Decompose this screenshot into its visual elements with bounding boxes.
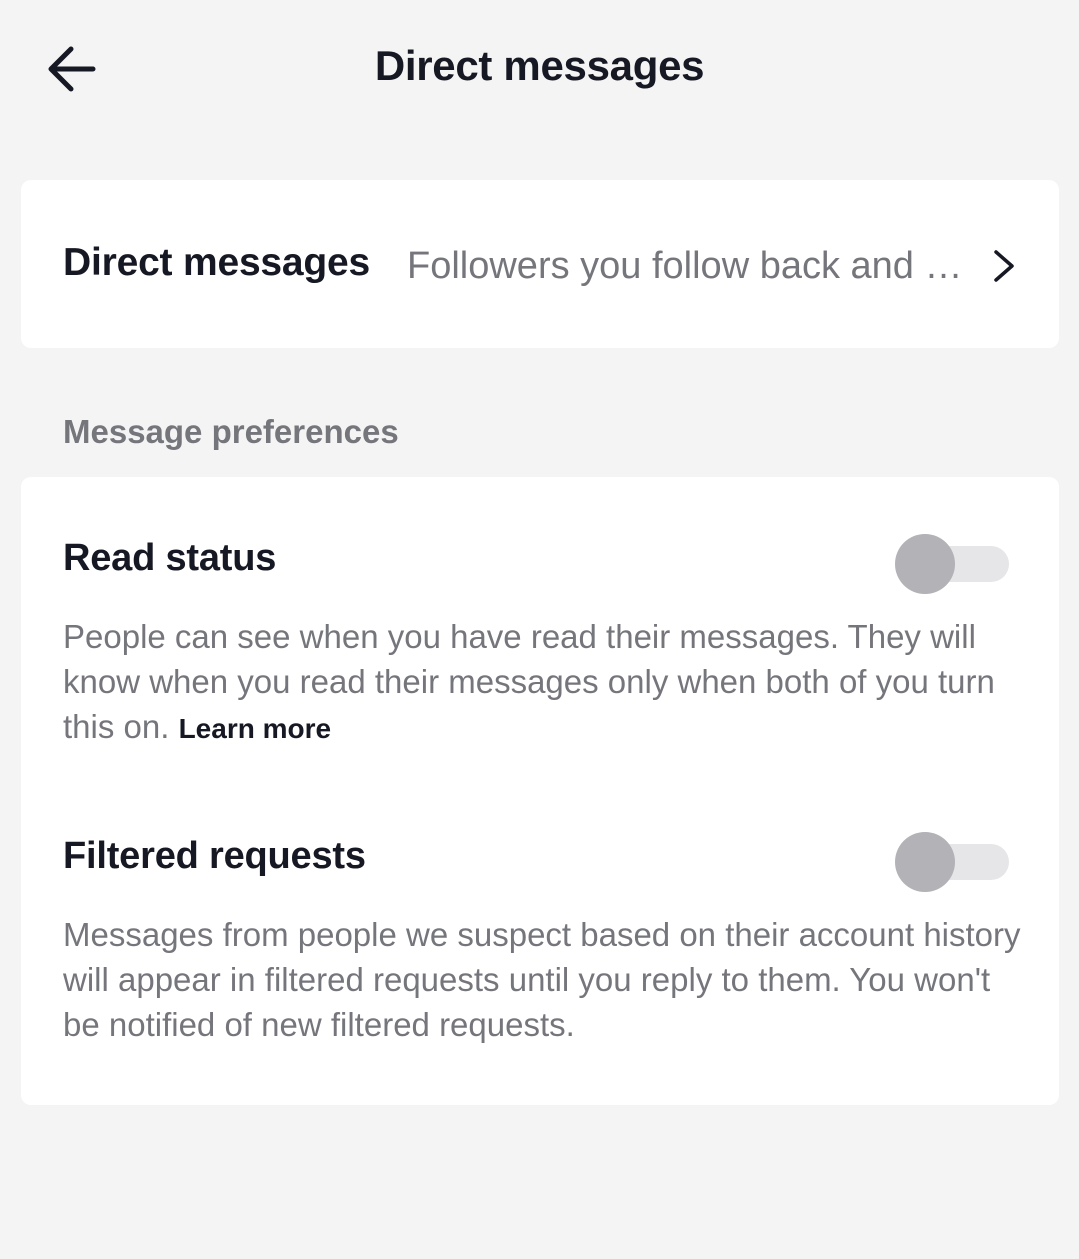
- learn-more-link[interactable]: Learn more: [179, 713, 332, 744]
- toggle-knob: [895, 832, 955, 892]
- message-preferences-card: Read status People can see when you have…: [21, 477, 1059, 1105]
- direct-messages-value: Followers you follow back and people you…: [407, 245, 973, 287]
- filtered-requests-title: Filtered requests: [63, 835, 366, 877]
- top-bar: Direct messages: [0, 0, 1079, 140]
- read-status-description: People can see when you have read their …: [63, 614, 1023, 751]
- direct-messages-label: Direct messages: [63, 241, 371, 284]
- message-preferences-heading: Message preferences: [63, 413, 399, 450]
- toggle-knob: [895, 534, 955, 594]
- direct-messages-card: Direct messages Followers you follow bac…: [21, 180, 1059, 348]
- read-status-toggle[interactable]: [895, 534, 1009, 594]
- read-status-title: Read status: [63, 537, 277, 579]
- chevron-right-icon: [994, 250, 1014, 282]
- filtered-requests-toggle[interactable]: [895, 832, 1009, 892]
- direct-messages-setting-row[interactable]: Direct messages Followers you follow bac…: [21, 180, 1059, 348]
- page-title: Direct messages: [374, 42, 705, 89]
- filtered-requests-description: Messages from people we suspect based on…: [63, 916, 1021, 1043]
